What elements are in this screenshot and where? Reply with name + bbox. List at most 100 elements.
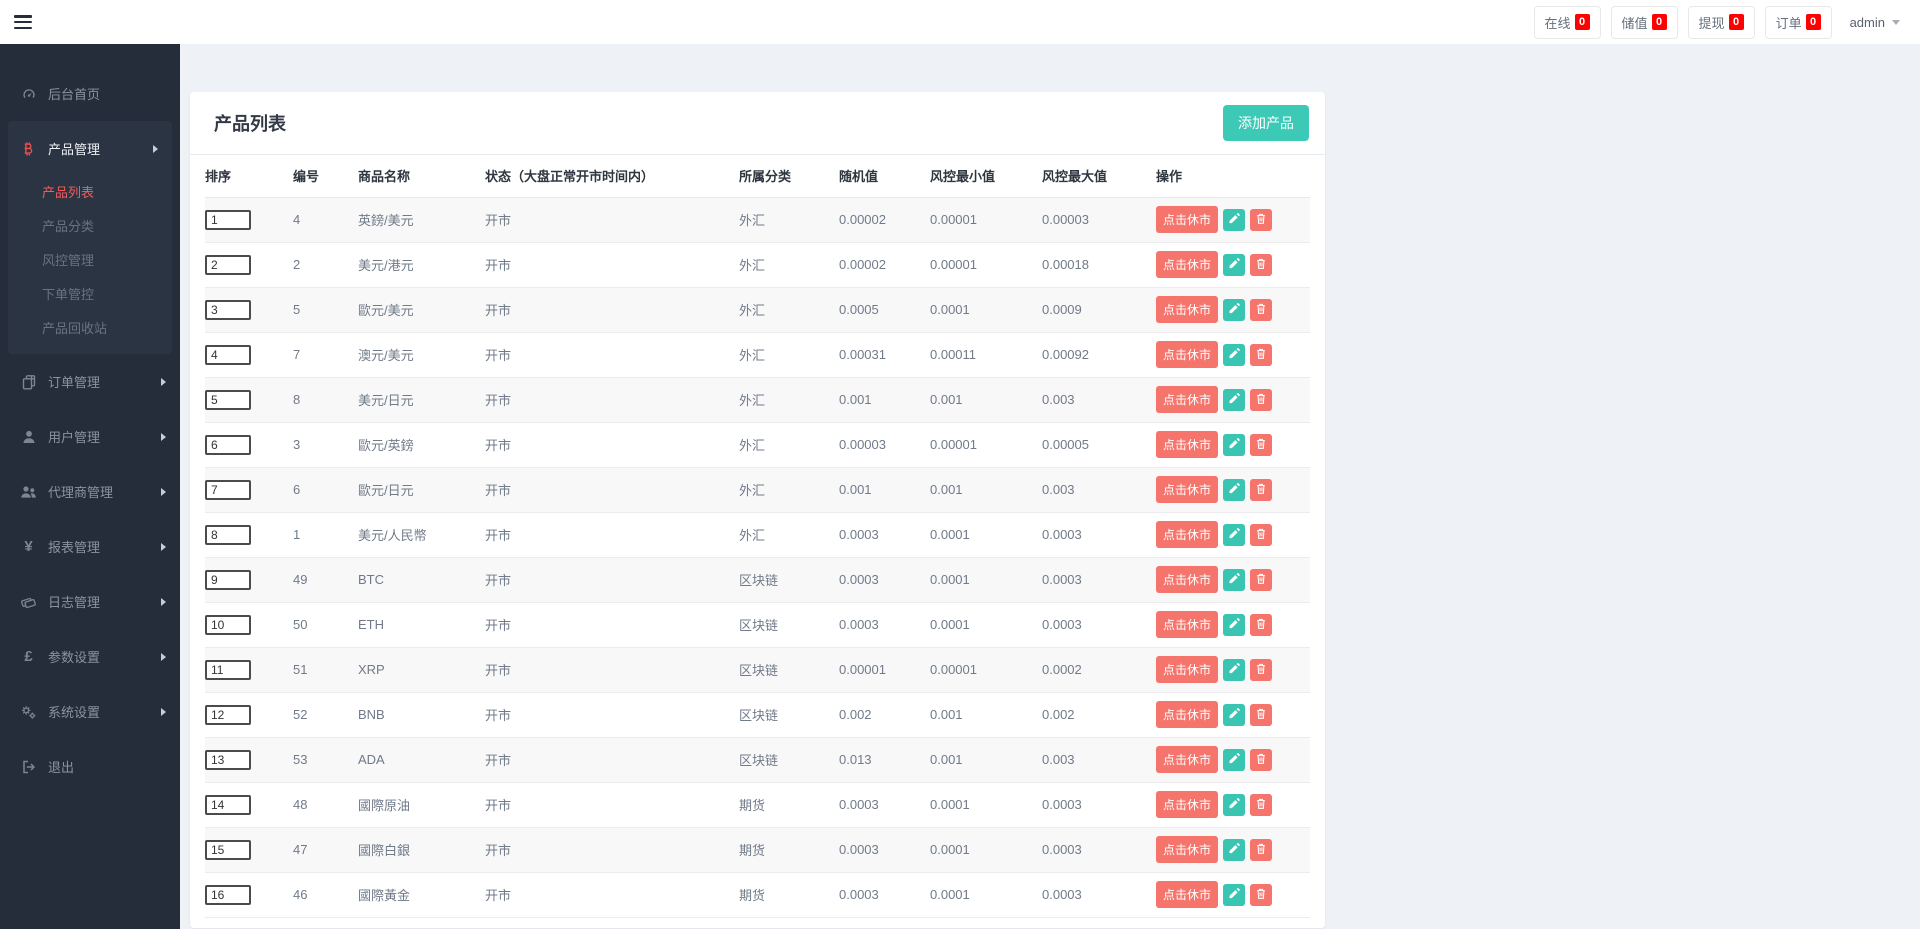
close-market-button[interactable]: 点击休市 <box>1156 431 1218 458</box>
delete-button[interactable] <box>1250 389 1272 411</box>
product-id: 4 <box>293 197 358 242</box>
sidebar-item-system[interactable]: 系统设置 <box>0 684 180 739</box>
sort-input[interactable] <box>205 525 251 545</box>
delete-button[interactable] <box>1250 254 1272 276</box>
sidebar-item-reports[interactable]: ¥报表管理 <box>0 519 180 574</box>
sort-input[interactable] <box>205 660 251 680</box>
sidebar-item-home[interactable]: 后台首页 <box>0 66 180 121</box>
sidebar-subitem-products-1[interactable]: 产品列表 <box>8 176 172 210</box>
random-value: 0.0003 <box>839 557 930 602</box>
close-market-button[interactable]: 点击休市 <box>1156 746 1218 773</box>
dashboard-icon <box>20 86 37 102</box>
sort-input[interactable] <box>205 885 251 905</box>
close-market-button[interactable]: 点击休市 <box>1156 566 1218 593</box>
topbar-stat-1[interactable]: 在线0 <box>1534 6 1601 39</box>
edit-button[interactable] <box>1223 524 1245 546</box>
edit-button[interactable] <box>1223 389 1245 411</box>
add-product-button[interactable]: 添加产品 <box>1223 105 1309 141</box>
edit-button[interactable] <box>1223 299 1245 321</box>
pencil-icon <box>1228 392 1240 407</box>
gears-icon <box>20 704 37 720</box>
delete-button[interactable] <box>1250 524 1272 546</box>
delete-button[interactable] <box>1250 884 1272 906</box>
sidebar-subitem-products-4[interactable]: 下单管控 <box>8 278 172 312</box>
sort-input[interactable] <box>205 255 251 275</box>
sort-input[interactable] <box>205 615 251 635</box>
admin-dropdown[interactable]: admin <box>1850 15 1900 30</box>
close-market-button[interactable]: 点击休市 <box>1156 701 1218 728</box>
topbar-stat-3[interactable]: 提现0 <box>1688 6 1755 39</box>
sidebar-item-orders[interactable]: 订单管理 <box>0 354 180 409</box>
close-market-button[interactable]: 点击休市 <box>1156 881 1218 908</box>
close-market-button[interactable]: 点击休市 <box>1156 611 1218 638</box>
edit-button[interactable] <box>1223 884 1245 906</box>
close-market-button[interactable]: 点击休市 <box>1156 791 1218 818</box>
topbar-stat-2[interactable]: 储值0 <box>1611 6 1678 39</box>
sidebar-item-params[interactable]: £参数设置 <box>0 629 180 684</box>
close-market-button[interactable]: 点击休市 <box>1156 386 1218 413</box>
edit-button[interactable] <box>1223 569 1245 591</box>
delete-button[interactable] <box>1250 479 1272 501</box>
edit-button[interactable] <box>1223 614 1245 636</box>
sidebar-item-agents[interactable]: 代理商管理 <box>0 464 180 519</box>
delete-button[interactable] <box>1250 344 1272 366</box>
sort-input[interactable] <box>205 480 251 500</box>
sort-input[interactable] <box>205 300 251 320</box>
hamburger-menu-icon[interactable] <box>14 15 32 29</box>
delete-button[interactable] <box>1250 299 1272 321</box>
product-status: 开市 <box>485 782 739 827</box>
yen-icon: ¥ <box>20 538 37 555</box>
sidebar-item-users[interactable]: 用户管理 <box>0 409 180 464</box>
sidebar-item-logout[interactable]: 退出 <box>0 739 180 794</box>
sort-input[interactable] <box>205 750 251 770</box>
sidebar-subitem-products-3[interactable]: 风控管理 <box>8 244 172 278</box>
delete-button[interactable] <box>1250 659 1272 681</box>
edit-button[interactable] <box>1223 344 1245 366</box>
sort-input[interactable] <box>205 390 251 410</box>
sort-input[interactable] <box>205 570 251 590</box>
close-market-button[interactable]: 点击休市 <box>1156 476 1218 503</box>
sort-input[interactable] <box>205 795 251 815</box>
sidebar-subitem-products-2[interactable]: 产品分类 <box>8 210 172 244</box>
close-market-button[interactable]: 点击休市 <box>1156 251 1218 278</box>
edit-button[interactable] <box>1223 794 1245 816</box>
table-row: 7澳元/美元开市外汇0.000310.000110.00092点击休市 <box>205 332 1310 377</box>
delete-button[interactable] <box>1250 434 1272 456</box>
sort-input[interactable] <box>205 210 251 230</box>
sidebar-item-label: 产品管理 <box>48 139 100 158</box>
sort-input[interactable] <box>205 840 251 860</box>
delete-button[interactable] <box>1250 569 1272 591</box>
delete-button[interactable] <box>1250 749 1272 771</box>
delete-button[interactable] <box>1250 614 1272 636</box>
close-market-button[interactable]: 点击休市 <box>1156 206 1218 233</box>
delete-button[interactable] <box>1250 839 1272 861</box>
product-name: BNB <box>358 692 485 737</box>
sort-input[interactable] <box>205 345 251 365</box>
close-market-button[interactable]: 点击休市 <box>1156 836 1218 863</box>
risk-min-value: 0.0001 <box>930 782 1042 827</box>
pencil-icon <box>1228 347 1240 362</box>
edit-button[interactable] <box>1223 254 1245 276</box>
edit-button[interactable] <box>1223 209 1245 231</box>
edit-button[interactable] <box>1223 839 1245 861</box>
close-market-button[interactable]: 点击休市 <box>1156 521 1218 548</box>
delete-button[interactable] <box>1250 794 1272 816</box>
edit-button[interactable] <box>1223 749 1245 771</box>
edit-button[interactable] <box>1223 659 1245 681</box>
sidebar-item-logs[interactable]: 日志管理 <box>0 574 180 629</box>
edit-button[interactable] <box>1223 434 1245 456</box>
delete-button[interactable] <box>1250 704 1272 726</box>
close-market-button[interactable]: 点击休市 <box>1156 656 1218 683</box>
sort-input[interactable] <box>205 435 251 455</box>
risk-max-value: 0.003 <box>1042 467 1156 512</box>
sidebar-subitem-products-5[interactable]: 产品回收站 <box>8 312 172 346</box>
sidebar-item-products[interactable]: 产品管理 <box>8 121 172 176</box>
close-market-button[interactable]: 点击休市 <box>1156 296 1218 323</box>
close-market-button[interactable]: 点击休市 <box>1156 341 1218 368</box>
row-actions: 点击休市 <box>1156 611 1310 638</box>
delete-button[interactable] <box>1250 209 1272 231</box>
edit-button[interactable] <box>1223 704 1245 726</box>
topbar-stat-4[interactable]: 订单0 <box>1765 6 1832 39</box>
sort-input[interactable] <box>205 705 251 725</box>
edit-button[interactable] <box>1223 479 1245 501</box>
